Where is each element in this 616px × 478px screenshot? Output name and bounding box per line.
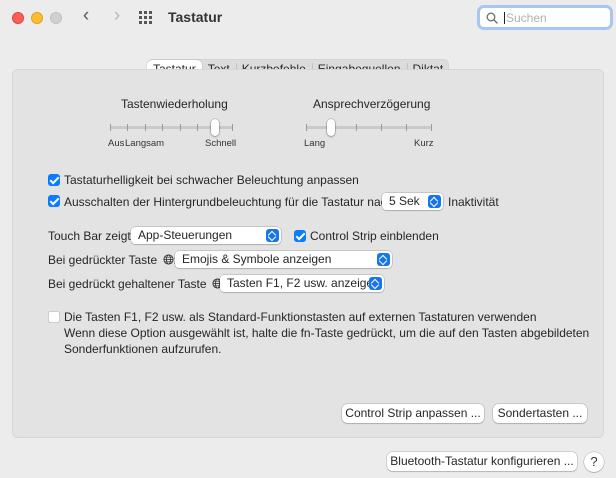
touchbar-popup[interactable]: App-Steuerungen (131, 227, 281, 244)
slider-tick (110, 124, 111, 131)
backlight-timeout-popup[interactable]: 5 Sek (382, 193, 443, 210)
fn-keys-label: Die Tasten F1, F2 usw. als Standard-Funk… (64, 310, 537, 324)
slider-tick (431, 124, 432, 131)
press-key-popup[interactable]: Emojis & Symbole anzeigen (175, 251, 392, 268)
search-field[interactable] (477, 5, 613, 30)
fn-keys-description-line1: Wenn diese Option ausgewählt ist, halte … (64, 326, 590, 340)
slider-thumb[interactable] (210, 119, 219, 136)
slider-tick (232, 124, 233, 131)
chevron-updown-icon (377, 253, 390, 266)
slider-track[interactable] (306, 126, 431, 129)
press-key-value: Emojis & Symbole anzeigen (182, 252, 332, 266)
chevron-updown-icon (428, 195, 441, 208)
backlight-timeout-value: 5 Sek (389, 194, 420, 208)
press-key-label: Bei gedrückter Taste : (48, 253, 177, 267)
fn-keys-description-line2: Sonderfunktionen aufzurufen. (64, 342, 222, 356)
search-input[interactable] (506, 8, 606, 27)
repeat-delay-title: Ansprechverzögerung (313, 97, 431, 111)
slider-tick (197, 124, 199, 131)
slider-tick (162, 124, 164, 131)
touchbar-label: Touch Bar zeigt (48, 229, 131, 243)
forward-chevron-icon[interactable]: › (107, 6, 127, 27)
slider-tick (179, 124, 181, 131)
repeat-delay-label-long: Lang (304, 138, 326, 149)
fn-keys-checkbox[interactable] (48, 311, 60, 323)
window-title: Tastatur (168, 9, 223, 25)
hold-key-popup[interactable]: Tasten F1, F2 usw. anzeigen (220, 275, 384, 292)
search-icon (486, 12, 498, 24)
close-window-button[interactable] (12, 12, 24, 24)
customize-control-strip-button[interactable]: Control Strip anpassen ... (342, 404, 484, 423)
slider-tick (144, 124, 146, 131)
touchbar-value: App-Steuerungen (138, 228, 233, 242)
chevron-updown-icon (369, 277, 382, 290)
key-repeat-title: Tastenwiederholung (121, 97, 228, 111)
back-chevron-icon[interactable]: ‹ (76, 6, 96, 27)
minimize-window-button[interactable] (31, 12, 43, 24)
key-repeat-label-slow: Langsam (125, 138, 165, 149)
slider-tick (381, 124, 382, 131)
slider-tick (406, 124, 407, 131)
control-strip-label: Control Strip einblenden (310, 229, 439, 243)
key-repeat-label-off: Aus (108, 138, 125, 149)
repeat-delay-label-short: Kurz (414, 138, 434, 149)
slider-thumb[interactable] (327, 119, 335, 136)
hold-key-label: Bei gedrückt gehaltener Taste : (48, 277, 226, 291)
show-all-grid-icon[interactable] (139, 11, 154, 24)
control-strip-checkbox[interactable] (294, 230, 306, 242)
slider-tick (356, 124, 357, 131)
bluetooth-keyboard-setup-button[interactable]: Bluetooth-Tastatur konfigurieren ... (387, 452, 577, 471)
hold-key-value: Tasten F1, F2 usw. anzeigen (227, 276, 380, 290)
key-repeat-label-fast: Schnell (205, 138, 237, 149)
brightness-checkbox[interactable] (48, 174, 60, 186)
backlight-off-label: Ausschalten der Hintergrundbeleuchtung f… (64, 195, 394, 209)
text-caret (504, 12, 505, 24)
title-bar: ‹ › Tastatur (0, 0, 616, 38)
brightness-label: Tastaturhelligkeit bei schwacher Beleuch… (64, 173, 359, 187)
special-keys-button[interactable]: Sondertasten ... (493, 404, 587, 423)
slider-tick (127, 124, 129, 131)
globe-icon (162, 254, 174, 265)
slider-tick (306, 124, 307, 131)
zoom-window-button[interactable] (50, 12, 62, 24)
chevron-updown-icon (266, 229, 279, 242)
help-button[interactable]: ? (584, 452, 604, 472)
inactivity-label: Inaktivität (448, 195, 499, 209)
backlight-off-checkbox[interactable] (48, 195, 60, 207)
